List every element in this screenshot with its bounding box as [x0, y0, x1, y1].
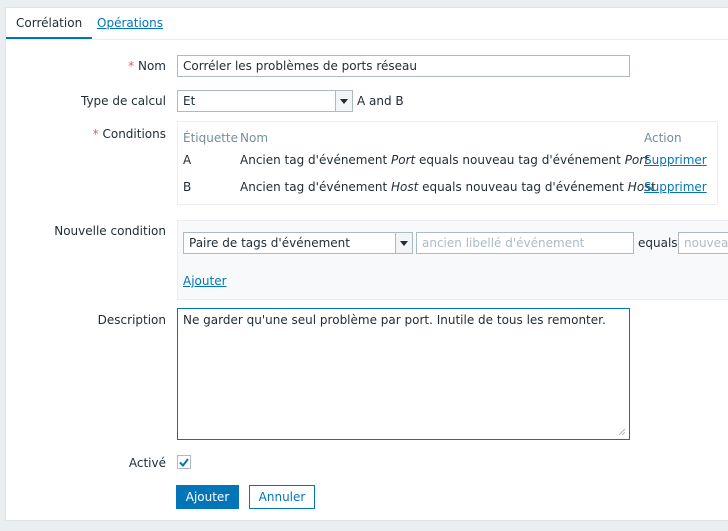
calc-formula: A and B — [357, 94, 404, 108]
submit-button[interactable]: Ajouter — [176, 485, 239, 509]
resize-grip-icon[interactable] — [618, 428, 626, 436]
new-condition-box: Paire de tags d'événement ancien libellé… — [177, 220, 728, 300]
new-tag-input[interactable]: nouveau — [678, 232, 728, 254]
col-header-action: Action — [644, 131, 682, 145]
col-header-name: Nom — [240, 131, 269, 145]
add-condition-link[interactable]: Ajouter — [183, 274, 227, 288]
chevron-down-icon — [395, 233, 412, 253]
remove-condition-b-link[interactable]: Supprimer — [644, 180, 707, 194]
old-tag-input[interactable]: ancien libellé d'événement — [416, 232, 634, 254]
form-panel: Corrélation Opérations * Nom Corréler le… — [5, 7, 728, 521]
condition-a-text-middle: equals nouveau tag d'événement — [415, 153, 625, 167]
tab-operations[interactable]: Opérations — [97, 16, 163, 30]
calc-type-select[interactable]: Et — [177, 90, 353, 112]
remove-condition-a-link[interactable]: Supprimer — [644, 153, 707, 167]
enabled-label: Activé — [128, 456, 166, 470]
new-condition-label: Nouvelle condition — [54, 224, 166, 238]
condition-a-text-before: Ancien tag d'événement — [240, 153, 392, 167]
operator-label: equals — [638, 236, 678, 250]
tab-bar: Corrélation Opérations — [6, 8, 728, 40]
name-input[interactable]: Corréler les problèmes de ports réseau — [177, 55, 630, 77]
enabled-checkbox[interactable] — [177, 455, 191, 469]
name-label-text: Nom — [137, 59, 166, 73]
chevron-down-icon — [335, 91, 352, 111]
checkmark-icon — [179, 457, 189, 467]
active-tab-indicator — [6, 37, 92, 39]
condition-b-old-tag: Host — [391, 180, 419, 194]
condition-type-select[interactable]: Paire de tags d'événement — [183, 232, 413, 254]
condition-type-value: Paire de tags d'événement — [189, 236, 350, 250]
condition-b-text-middle: equals nouveau tag d'événement — [418, 180, 628, 194]
col-header-label: Étiquette — [183, 131, 239, 145]
cancel-button[interactable]: Annuler — [249, 485, 315, 509]
calc-type-label: Type de calcul — [80, 94, 166, 108]
condition-b-text: Ancien tag d'événement Host equals nouve… — [240, 180, 655, 194]
required-marker: * — [128, 59, 138, 73]
condition-a-text: Ancien tag d'événement Port equals nouve… — [240, 153, 649, 167]
required-marker: * — [92, 127, 103, 141]
condition-a-old-tag: Port — [391, 153, 416, 167]
name-label: * Nom — [128, 59, 166, 73]
description-label: Description — [97, 313, 166, 327]
condition-b-text-before: Ancien tag d'événement — [240, 180, 392, 194]
conditions-label: * Conditions — [93, 127, 166, 141]
calc-type-value: Et — [183, 94, 196, 108]
conditions-table: Étiquette Nom Action A Ancien tag d'évén… — [177, 121, 718, 205]
tab-correlation[interactable]: Corrélation — [16, 16, 82, 30]
description-textarea[interactable]: Ne garder qu'une seul problème par port.… — [177, 308, 630, 440]
condition-a-label: A — [183, 153, 192, 167]
conditions-label-text: Conditions — [102, 127, 166, 141]
condition-b-label: B — [183, 180, 192, 194]
